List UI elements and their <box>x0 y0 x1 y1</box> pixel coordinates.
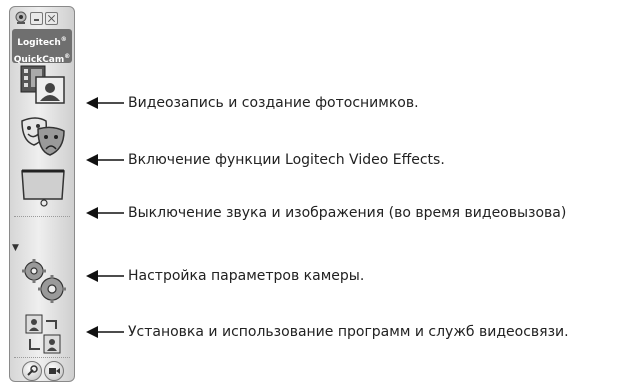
brand-mark-2: ® <box>64 53 71 60</box>
webcam-icon[interactable] <box>14 11 28 25</box>
video-effects-button[interactable] <box>18 113 68 159</box>
callout-video-capture: Видеозапись и создание фотоснимков. <box>86 93 419 113</box>
expand-arrow-icon[interactable]: ▼ <box>12 243 19 253</box>
arrow-left-icon <box>86 326 124 338</box>
callout-text-privacy: Выключение звука и изображения (во время… <box>128 205 567 221</box>
camera-settings-button[interactable] <box>18 257 68 303</box>
gears-icon <box>22 259 66 303</box>
contacts-exchange-icon <box>25 314 61 354</box>
callout-text-video-effects: Включение функции Logitech Video Effects… <box>128 152 445 168</box>
quickcam-toolbar: Logitech® QuickCam® ▼ <box>9 6 75 382</box>
wrench-button[interactable] <box>22 361 42 381</box>
callout-video-services: Установка и использование программ и слу… <box>86 322 569 342</box>
privacy-shade-button[interactable] <box>18 163 68 209</box>
video-services-button[interactable] <box>18 311 68 357</box>
brand-line1: Logitech <box>17 38 61 48</box>
callout-text-video-services: Установка и использование программ и слу… <box>128 324 569 340</box>
toolbar-separator <box>14 216 70 217</box>
arrow-left-icon <box>86 154 124 166</box>
brand-mark: ® <box>60 36 67 43</box>
title-bar <box>14 10 58 26</box>
film-photo-icon <box>20 65 65 104</box>
wrench-icon <box>27 365 38 376</box>
logitech-quickcam-logo: Logitech® QuickCam® <box>12 29 72 65</box>
theater-masks-icon <box>21 117 65 156</box>
callout-video-effects: Включение функции Logitech Video Effects… <box>86 150 445 170</box>
minimize-button[interactable] <box>30 11 43 25</box>
callout-privacy: Выключение звука и изображения (во время… <box>86 203 566 223</box>
callout-text-camera-settings: Настройка параметров камеры. <box>128 268 365 284</box>
close-button[interactable] <box>45 11 58 25</box>
toolbar-separator-bottom <box>14 357 70 358</box>
video-capture-button[interactable] <box>18 63 68 109</box>
shade-screen-icon <box>21 169 65 207</box>
record-icon <box>49 368 60 374</box>
callout-camera-settings: Настройка параметров камеры. <box>86 266 364 286</box>
callout-text-video-capture: Видеозапись и создание фотоснимков. <box>128 95 419 111</box>
arrow-left-icon <box>86 207 124 219</box>
arrow-left-icon <box>86 97 124 109</box>
record-button[interactable] <box>44 361 64 381</box>
arrow-left-icon <box>86 270 124 282</box>
